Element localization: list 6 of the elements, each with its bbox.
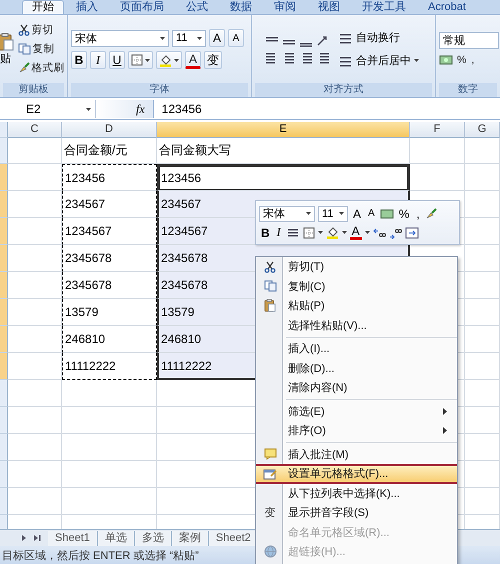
group-label: 剪贴板 xyxy=(3,83,64,97)
phonetic-icon: 变 xyxy=(264,505,276,520)
group-label: 数字 xyxy=(439,83,497,97)
group-label: 对齐方式 xyxy=(255,83,432,97)
status-text: 目标区域，然后按 ENTER 或选择 “粘贴” xyxy=(1,550,199,562)
group-label: 字体 xyxy=(71,83,248,97)
